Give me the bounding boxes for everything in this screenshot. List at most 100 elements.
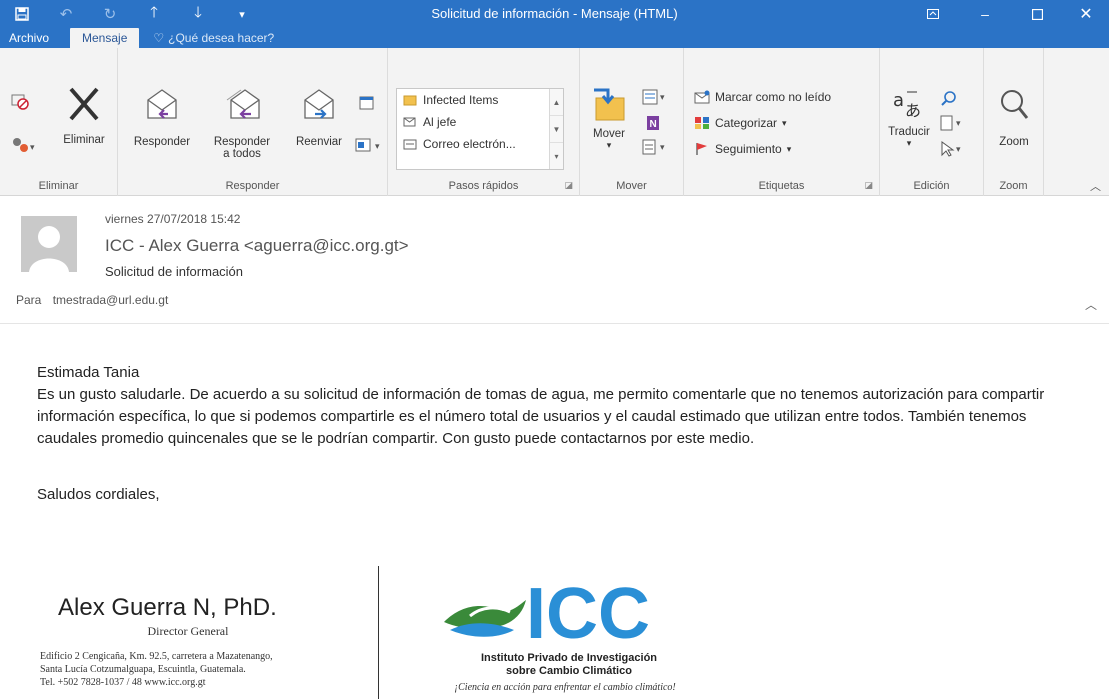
quick-step-item[interactable]: Infected Items — [397, 89, 563, 111]
person-icon — [21, 216, 77, 272]
group-move: Mover ▾ ▾ N ▾ Mover — [580, 48, 684, 196]
minimize-icon[interactable]: – — [959, 0, 1011, 28]
cleanup-icon[interactable]: ▾ — [10, 136, 36, 159]
group-delete: ▾ Eliminar Eliminar — [0, 48, 118, 196]
lightbulb-icon: ♡ — [153, 31, 165, 45]
ignore-icon[interactable] — [10, 92, 30, 115]
group-zoom: Zoom Zoom — [984, 48, 1044, 196]
related-icon[interactable]: ▾ — [938, 114, 968, 137]
reply-label: Responder — [133, 136, 191, 148]
ribbon-display-options-icon[interactable] — [907, 0, 959, 28]
signature-name: Alex Guerra N, PhD. — [58, 594, 277, 621]
zoom-label: Zoom — [999, 136, 1029, 148]
select-icon[interactable]: ▾ — [938, 140, 968, 163]
expand-gallery-icon[interactable]: ▾ — [550, 143, 563, 170]
translate-label: Traducir — [888, 126, 930, 138]
reply-all-button[interactable]: Responder a todos — [200, 86, 284, 160]
quick-steps-launcher-icon[interactable]: ◪ — [564, 180, 573, 191]
group-label-editing: Edición — [913, 180, 950, 192]
maximize-icon[interactable] — [1011, 0, 1063, 28]
meeting-reply-icon[interactable] — [358, 94, 376, 117]
org-name-line-2: sobre Cambio Climático — [506, 665, 632, 677]
reply-all-label-2: a todos — [223, 148, 261, 160]
move-icon — [594, 88, 625, 121]
group-label-move: Mover — [616, 180, 647, 192]
reply-icon — [147, 89, 177, 119]
scroll-down-icon[interactable]: ▼ — [550, 116, 563, 143]
scroll-up-icon[interactable]: ▲ — [550, 89, 563, 116]
org-name-line-1: Instituto Privado de Investigación — [480, 652, 658, 664]
more-respond-icon[interactable]: ▾ — [354, 136, 384, 159]
forward-label: Reenviar — [295, 136, 343, 148]
categorize-button[interactable]: Categorizar ▾ — [694, 116, 787, 130]
group-respond: Responder Responder a todos Reenviar ▾ R… — [118, 48, 388, 196]
tell-me-text: ¿Qué desea hacer? — [168, 31, 275, 45]
closing: Saludos cordiales, — [37, 486, 160, 503]
folder-icon — [403, 95, 417, 106]
tags-launcher-icon[interactable]: ◪ — [864, 180, 873, 191]
tab-archivo[interactable]: Archivo — [0, 28, 58, 48]
rules-icon[interactable]: ▾ — [640, 88, 670, 111]
forward-button[interactable]: Reenviar — [284, 86, 354, 148]
quick-step-item[interactable]: Al jefe — [397, 111, 563, 133]
recipient-line: Para tmestrada@url.edu.gt — [16, 293, 168, 307]
svg-text:▾: ▾ — [956, 144, 961, 154]
reply-all-icon — [226, 89, 260, 119]
onenote-icon[interactable]: N — [644, 114, 662, 137]
quick-step-item[interactable]: Correo electrón... — [397, 133, 563, 155]
svg-text:▾: ▾ — [30, 142, 35, 152]
group-editing: aあ Traducir ▾ ▾ ▾ Edición — [880, 48, 984, 196]
find-icon[interactable] — [940, 90, 958, 113]
quick-steps-scrollbar[interactable]: ▲ ▼ ▾ — [549, 89, 563, 169]
message-sender[interactable]: ICC - Alex Guerra <aguerra@icc.org.gt> — [105, 236, 409, 256]
reply-button[interactable]: Responder — [124, 86, 200, 148]
recipient-address[interactable]: tmestrada@url.edu.gt — [53, 293, 169, 307]
zoom-button[interactable]: Zoom — [988, 86, 1040, 148]
forward-icon — [304, 89, 334, 119]
chevron-down-icon: ▾ — [782, 117, 787, 128]
mark-unread-button[interactable]: Marcar como no leído — [694, 90, 831, 104]
body-paragraph: Es un gusto saludarle. De acuerdo a su s… — [37, 386, 1045, 447]
translate-button[interactable]: aあ Traducir ▾ — [884, 86, 934, 149]
message-date: viernes 27/07/2018 15:42 — [105, 212, 241, 226]
signature-title: Director General — [147, 624, 229, 638]
reply-all-label-1: Responder — [213, 136, 271, 148]
move-button[interactable]: Mover ▾ — [586, 86, 632, 151]
flag-icon — [696, 143, 707, 155]
greeting: Estimada Tania — [37, 364, 140, 381]
tell-me-box[interactable]: ♡ ¿Qué desea hacer? — [139, 28, 283, 48]
actions-icon[interactable]: ▾ — [640, 138, 670, 161]
avatar — [21, 216, 77, 272]
categorize-icon — [695, 117, 709, 129]
svg-text:▾: ▾ — [660, 142, 665, 152]
signature-address: Edificio 2 Cengicaña, Km. 92.5, carreter… — [40, 651, 273, 688]
group-label-respond: Responder — [225, 180, 280, 192]
svg-text:ICC: ICC — [526, 576, 650, 652]
ribbon: ▾ Eliminar Eliminar Responder Responder … — [0, 48, 1109, 196]
tab-mensaje[interactable]: Mensaje — [70, 28, 140, 48]
delete-button[interactable]: Eliminar — [50, 84, 118, 146]
collapse-header-icon[interactable]: ︿ — [1085, 296, 1097, 313]
move-label: Mover — [593, 128, 625, 140]
svg-text:あ: あ — [905, 101, 921, 120]
follow-up-button[interactable]: Seguimiento ▾ — [694, 142, 791, 156]
window-controls: – ✕ — [907, 0, 1109, 28]
svg-text:▾: ▾ — [956, 118, 961, 128]
collapse-ribbon-icon[interactable]: ︿ — [1090, 178, 1101, 194]
svg-text:a: a — [893, 90, 904, 111]
close-icon[interactable]: ✕ — [1063, 0, 1109, 28]
email-signature: Alex Guerra N, PhD. Director General Edi… — [0, 556, 1109, 699]
email-icon — [403, 139, 417, 150]
mail-arrow-icon — [403, 117, 416, 127]
group-label-tags: Etiquetas — [758, 180, 805, 192]
zoom-icon — [1001, 90, 1029, 119]
icc-logo: ICC — [444, 576, 650, 652]
title-bar: ↶ ↻ 🡑 🡓 ▾ Solicitud de información - Men… — [0, 0, 1109, 48]
org-tagline: ¡Ciencia en acción para enfrentar el cam… — [454, 682, 676, 693]
mark-unread-icon — [694, 90, 710, 104]
delete-label: Eliminar — [63, 134, 105, 146]
svg-text:N: N — [650, 119, 657, 130]
ribbon-tabs: Archivo Mensaje ♡ ¿Qué desea hacer? — [0, 28, 283, 48]
message-body: Estimada Tania Es un gusto saludarle. De… — [0, 324, 1109, 699]
group-label-delete: Eliminar — [38, 180, 79, 192]
